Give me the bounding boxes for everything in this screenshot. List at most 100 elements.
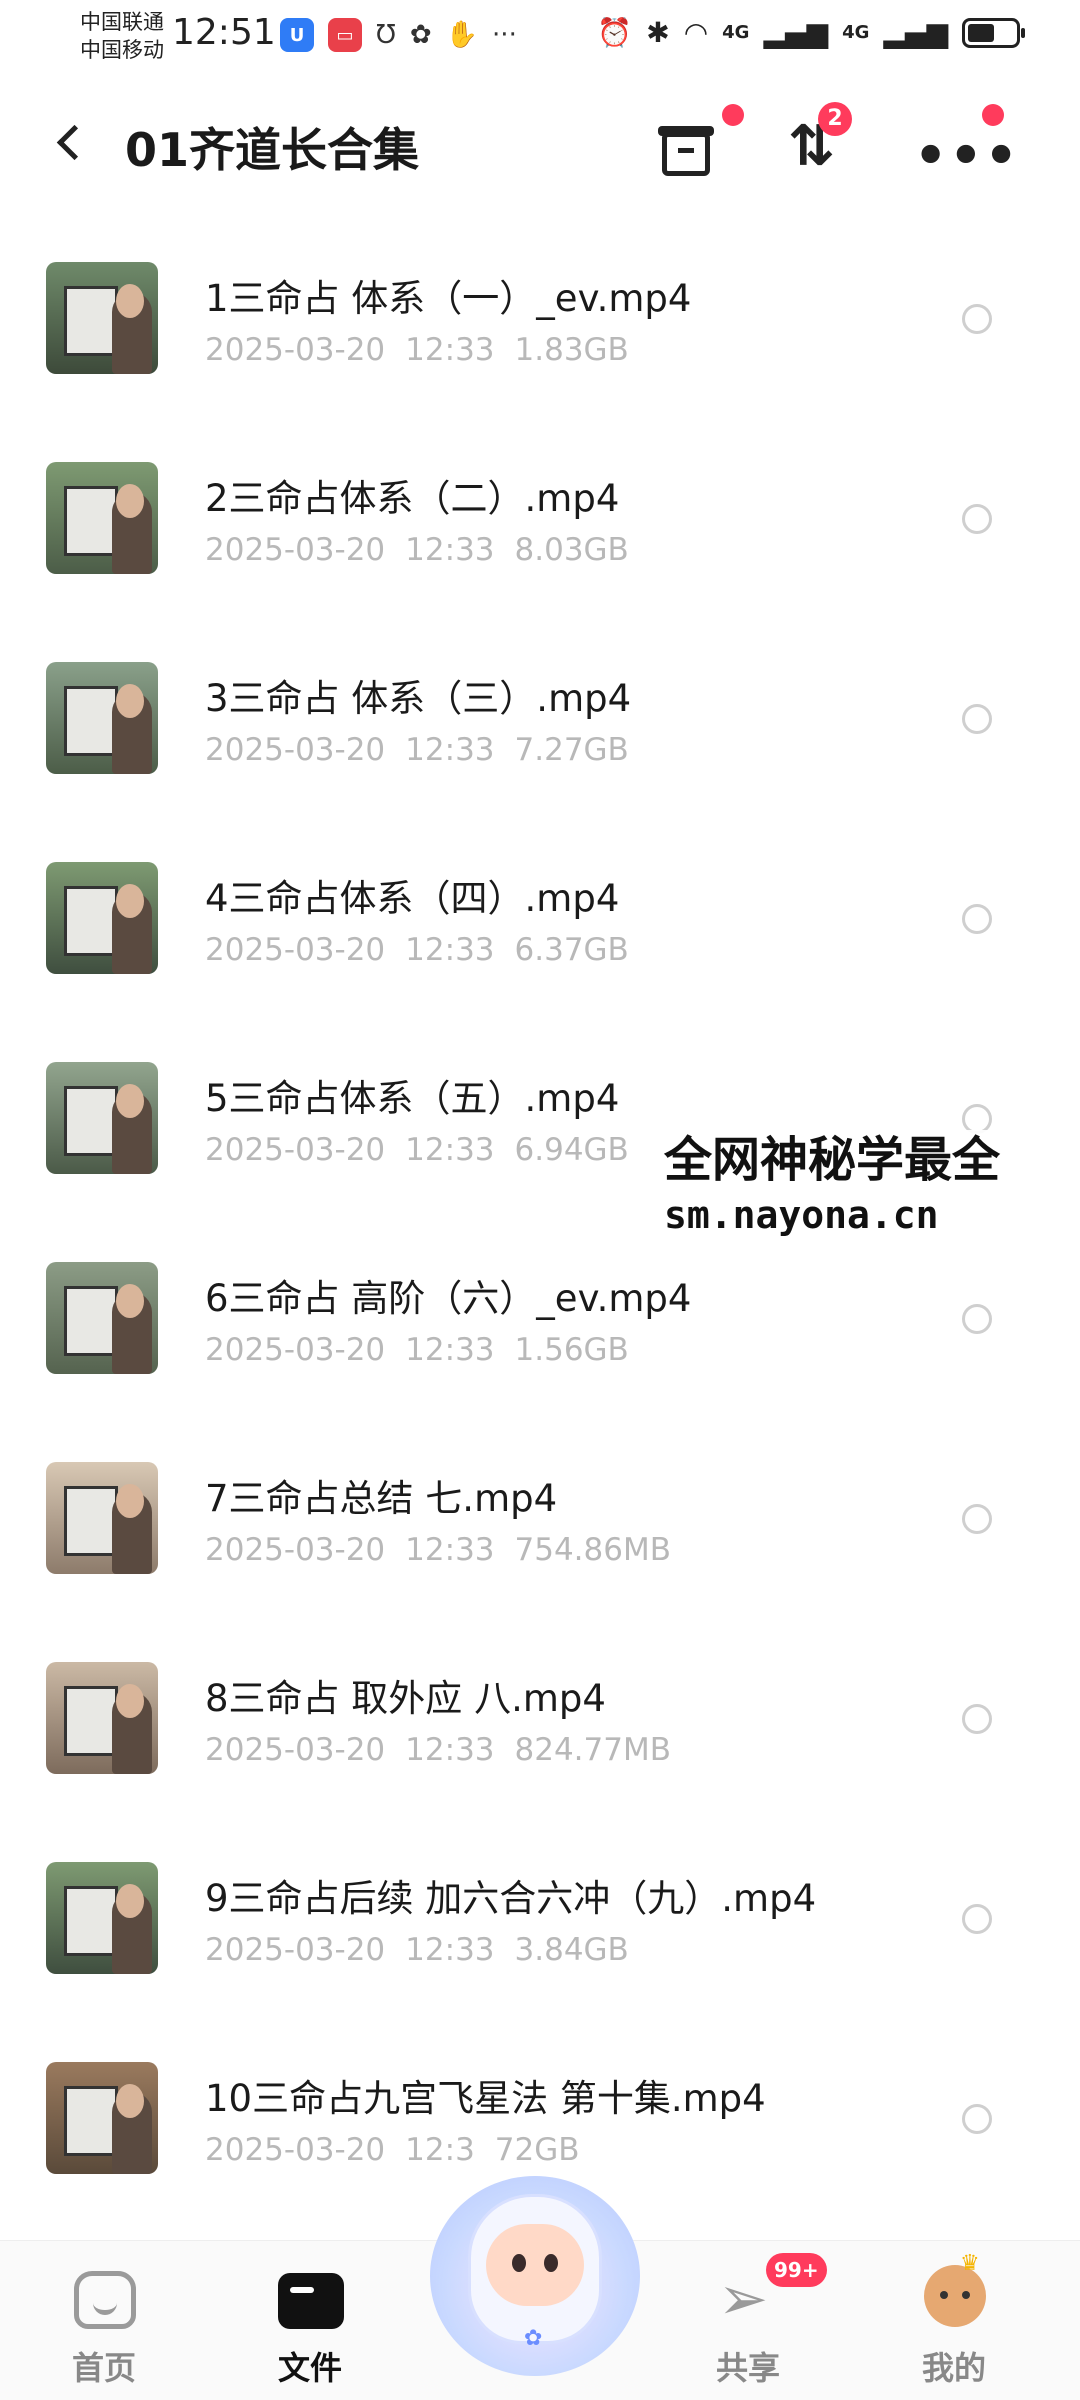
select-radio[interactable] <box>962 1704 992 1734</box>
file-meta: 2025-03-20 12:33 754.86MB <box>205 1532 691 1568</box>
archive-button[interactable] <box>648 104 744 190</box>
wifi-icon: ◠ <box>683 16 709 49</box>
app-notification-icon: U <box>280 18 314 52</box>
file-name: 8三命占 取外应 八.mp4 <box>205 1677 606 1720</box>
file-row[interactable]: 1三命占 体系（一）_ev.mp4 2025-03-20 12:33 1.83GB <box>0 220 1080 420</box>
u-notification-icon: Ʊ <box>376 20 396 50</box>
select-radio[interactable] <box>962 504 992 534</box>
video-thumbnail <box>46 1062 158 1174</box>
file-name: 5三命占体系（五）.mp4 <box>205 1077 620 1120</box>
nav-home-label: 首页 <box>71 2349 136 2387</box>
file-meta: 2025-03-20 12:33 1.83GB <box>205 332 649 368</box>
file-size: 8.03GB <box>514 532 629 568</box>
system-indicators: ⏰ ✱ ◠ 4G ▂▄▆ 4G ▂▄▆ <box>597 16 1025 49</box>
share-count-badge: 99+ <box>766 2253 827 2287</box>
file-name: 6三命占 高阶（六）_ev.mp4 <box>205 1277 692 1320</box>
file-date: 2025-03-20 <box>205 1332 386 1368</box>
file-size: 1.83GB <box>514 332 629 368</box>
paw-notification-icon: ✿ <box>409 20 432 50</box>
nav-home[interactable]: 首页 <box>34 2259 174 2389</box>
watermark-line-2: sm.nayona.cn <box>664 1193 939 1237</box>
alarm-icon: ⏰ <box>597 16 633 49</box>
video-thumbnail <box>46 1862 158 1974</box>
file-size: 7.27GB <box>514 732 629 768</box>
assistant-mascot-button[interactable]: ✿ <box>430 2176 640 2376</box>
file-date: 2025-03-20 <box>205 2132 386 2168</box>
file-time: 12:33 <box>405 1932 495 1968</box>
file-time: 12:33 <box>405 1532 495 1568</box>
more-notifications-icon: ··· <box>492 20 517 50</box>
file-size: 3.84GB <box>514 1932 629 1968</box>
file-row[interactable]: 3三命占 体系（三）.mp4 2025-03-20 12:33 7.27GB <box>0 620 1080 820</box>
select-radio[interactable] <box>962 2104 992 2134</box>
more-options-button[interactable]: ••• <box>908 104 1018 190</box>
page-title: 01齐道长合集 <box>125 123 420 177</box>
file-date: 2025-03-20 <box>205 1132 386 1168</box>
file-time: 12:33 <box>405 932 495 968</box>
file-row[interactable]: 6三命占 高阶（六）_ev.mp4 2025-03-20 12:33 1.56GB <box>0 1220 1080 1420</box>
file-meta: 2025-03-20 12:33 6.37GB <box>205 932 649 968</box>
home-icon <box>74 2271 136 2329</box>
watermark-line-1: 全网神秘学最全 <box>664 1132 1001 1188</box>
hand-notification-icon: ✋ <box>445 20 479 50</box>
file-size: 6.94GB <box>514 1132 629 1168</box>
crown-icon: ♛ <box>960 2251 980 2276</box>
select-radio[interactable] <box>962 304 992 334</box>
select-radio[interactable] <box>962 904 992 934</box>
file-date: 2025-03-20 <box>205 1732 386 1768</box>
file-time: 12:33 <box>405 732 495 768</box>
file-row[interactable]: 7三命占总结 七.mp4 2025-03-20 12:33 754.86MB <box>0 1420 1080 1620</box>
select-radio[interactable] <box>962 1304 992 1334</box>
file-time: 12:33 <box>405 1332 495 1368</box>
cloud-logo-icon: ✿ <box>524 2326 543 2351</box>
file-row[interactable]: 9三命占后续 加六合六冲（九）.mp4 2025-03-20 12:33 3.84GB <box>0 1820 1080 2020</box>
nav-share[interactable]: ➢ 99+ 共享 <box>678 2253 827 2389</box>
file-size: 824.77MB <box>514 1732 671 1768</box>
file-meta: 2025-03-20 12:3 72GB <box>205 2132 600 2168</box>
video-thumbnail <box>46 262 158 374</box>
select-radio[interactable] <box>962 704 992 734</box>
paper-plane-icon: ➢ <box>718 2264 769 2334</box>
header-bar: 01齐道长合集 ⇅ 2 ••• <box>0 90 1080 200</box>
status-time: 12:51 <box>172 12 276 53</box>
file-date: 2025-03-20 <box>205 932 386 968</box>
transfer-list-button[interactable]: ⇅ 2 <box>776 102 856 190</box>
file-meta: 2025-03-20 12:33 6.94GB <box>205 1132 649 1168</box>
video-thumbnail <box>46 862 158 974</box>
video-thumbnail <box>46 662 158 774</box>
file-time: 12:33 <box>405 1132 495 1168</box>
carrier-2: 中国移动 <box>80 38 164 62</box>
file-meta: 2025-03-20 12:33 8.03GB <box>205 532 649 568</box>
file-size: 72GB <box>494 2132 580 2168</box>
select-radio[interactable] <box>962 1904 992 1934</box>
signal-2-label: 4G <box>842 22 870 43</box>
nav-me[interactable]: ♛ 我的 <box>884 2251 1024 2389</box>
signal-2-icon: ▂▄▆ <box>883 16 948 49</box>
file-time: 12:33 <box>405 332 495 368</box>
file-time: 12:3 <box>405 2132 475 2168</box>
video-thumbnail <box>46 2062 158 2174</box>
file-name: 9三命占后续 加六合六冲（九）.mp4 <box>205 1877 817 1920</box>
file-row[interactable]: 4三命占体系（四）.mp4 2025-03-20 12:33 6.37GB <box>0 820 1080 1020</box>
back-button[interactable] <box>50 120 90 170</box>
file-time: 12:33 <box>405 532 495 568</box>
carrier-1: 中国联通 <box>80 10 164 34</box>
video-thumbnail <box>46 1662 158 1774</box>
file-time: 12:33 <box>405 1732 495 1768</box>
file-date: 2025-03-20 <box>205 1932 386 1968</box>
select-radio[interactable] <box>962 1504 992 1534</box>
nav-share-label: 共享 <box>715 2349 780 2387</box>
status-bar: 中国联通 中国移动 12:51 U ▭ Ʊ ✿ ✋ ··· ⏰ ✱ ◠ 4G ▂… <box>0 0 1080 72</box>
file-row[interactable]: 8三命占 取外应 八.mp4 2025-03-20 12:33 824.77MB <box>0 1620 1080 1820</box>
signal-1-icon: ▂▄▆ <box>763 16 829 49</box>
file-name: 7三命占总结 七.mp4 <box>205 1477 558 1520</box>
video-thumbnail <box>46 1262 158 1374</box>
notification-icons: U ▭ Ʊ ✿ ✋ ··· <box>280 18 517 52</box>
more-icon: ••• <box>914 126 1020 186</box>
more-notification-dot <box>982 104 1004 126</box>
nav-files[interactable]: 文件 <box>240 2259 380 2389</box>
archive-icon <box>662 132 710 176</box>
file-name: 10三命占九宫飞星法 第十集.mp4 <box>205 2077 766 2120</box>
file-date: 2025-03-20 <box>205 332 386 368</box>
file-row[interactable]: 2三命占体系（二）.mp4 2025-03-20 12:33 8.03GB <box>0 420 1080 620</box>
